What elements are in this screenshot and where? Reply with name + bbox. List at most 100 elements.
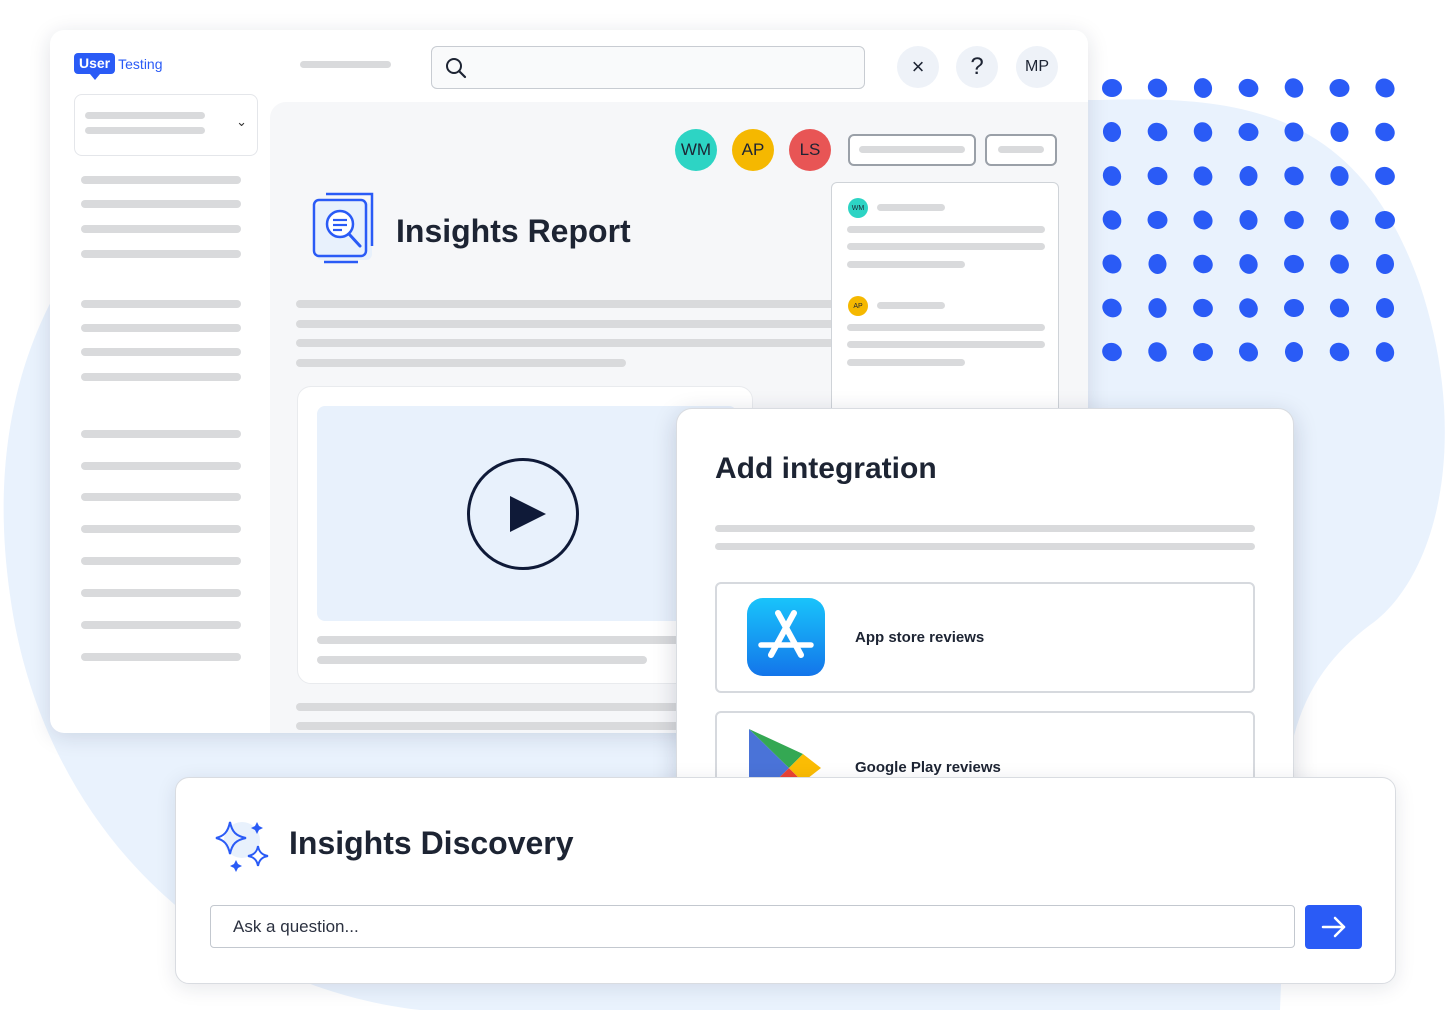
comment-avatar-initials: WM [851, 204, 865, 212]
user-initials: MP [1025, 58, 1049, 75]
insights-report-icon [312, 192, 374, 264]
decorative-dot [1375, 210, 1395, 230]
collaborator-avatar[interactable]: AP [732, 129, 774, 171]
text-placeholder [317, 636, 717, 644]
insights-discovery-panel: Insights Discovery [175, 777, 1396, 984]
decorative-dot [1284, 78, 1304, 98]
sidebar-item[interactable] [81, 462, 241, 470]
logo-user-text: User [74, 53, 116, 80]
comment-avatar: AP [848, 296, 868, 316]
text-placeholder [715, 543, 1255, 550]
sidebar-item[interactable] [81, 200, 241, 208]
text-placeholder [296, 320, 836, 328]
play-icon [510, 496, 546, 532]
decorative-dot [1375, 342, 1395, 362]
sidebar-item[interactable] [81, 557, 241, 565]
ask-question-input[interactable] [210, 905, 1295, 948]
sidebar-item[interactable] [81, 348, 241, 356]
decorative-dot [1193, 166, 1213, 186]
workspace-dropdown[interactable]: ⌄ [74, 94, 258, 156]
search-input[interactable] [431, 46, 865, 89]
app-store-icon [747, 598, 825, 676]
decorative-dot [1239, 254, 1258, 274]
decorative-dot [1329, 298, 1350, 318]
sidebar-item[interactable] [81, 653, 241, 661]
avatar-initials: AP [741, 140, 765, 159]
discovery-title: Insights Discovery [289, 825, 574, 861]
avatar-initials: WM [680, 140, 712, 159]
sidebar-item[interactable] [81, 493, 241, 501]
action-button[interactable] [985, 134, 1057, 166]
collaborator-avatar[interactable]: LS [789, 129, 831, 171]
sidebar-item[interactable] [81, 589, 241, 597]
decorative-dot [1330, 254, 1349, 274]
decorative-dot [1329, 78, 1350, 98]
decorative-dot [1375, 166, 1395, 186]
play-button[interactable] [467, 458, 579, 570]
comment-avatar-initials: AP [853, 302, 863, 310]
decorative-dot [1330, 166, 1349, 186]
sidebar-item[interactable] [81, 430, 241, 438]
sidebar-item[interactable] [81, 225, 241, 233]
decorative-dot [1375, 298, 1395, 318]
text-placeholder [296, 359, 626, 367]
decorative-dot [1284, 210, 1304, 230]
sidebar-item[interactable] [81, 525, 241, 533]
help-button[interactable]: ? [956, 46, 998, 88]
decorative-dot [1284, 254, 1304, 274]
decorative-dot [1239, 210, 1258, 230]
sparkle-icon [215, 821, 269, 872]
decorative-dot [1193, 210, 1213, 230]
sidebar-item[interactable] [81, 373, 241, 381]
decorative-dot [1284, 166, 1304, 186]
decorative-dot-grid [1102, 78, 1395, 362]
comment-text-placeholder [847, 341, 1045, 348]
decorative-dot [1238, 122, 1259, 142]
sidebar-item[interactable] [81, 250, 241, 258]
decorative-dot [1239, 298, 1258, 318]
decorative-dot [1193, 298, 1213, 318]
chevron-down-icon: ⌄ [236, 114, 247, 129]
decorative-dot [1375, 254, 1395, 274]
decorative-dot [1239, 166, 1258, 186]
decorative-dot [1102, 298, 1122, 318]
sidebar-item[interactable] [81, 300, 241, 308]
usertesting-logo: User Testing [74, 53, 163, 80]
arrow-right-icon [1321, 916, 1345, 938]
decorative-dot [1102, 342, 1122, 362]
text-placeholder [296, 703, 696, 711]
share-button[interactable] [848, 134, 976, 166]
decorative-dot [1147, 122, 1168, 142]
sidebar-item[interactable] [81, 324, 241, 332]
page-title: Insights Report [396, 213, 631, 249]
dropdown-text-placeholder [85, 112, 205, 119]
text-placeholder [715, 525, 1255, 532]
comment-text-placeholder [847, 226, 1045, 233]
text-placeholder [296, 339, 836, 347]
decorative-dot [1147, 210, 1168, 230]
comments-panel: WM AP [831, 182, 1059, 444]
button-text-placeholder [998, 146, 1044, 153]
close-icon: × [911, 54, 925, 79]
decorative-dot [1102, 122, 1122, 142]
decorative-dot [1193, 342, 1213, 362]
submit-question-button[interactable] [1305, 905, 1362, 949]
sidebar-item[interactable] [81, 621, 241, 629]
decorative-dot [1375, 78, 1395, 98]
comment-text-placeholder [847, 261, 965, 268]
decorative-dot [1102, 210, 1122, 230]
decorative-dot [1193, 122, 1213, 142]
text-placeholder [317, 656, 647, 664]
user-avatar-button[interactable]: MP [1016, 46, 1058, 88]
dialog-title: Add integration [715, 452, 937, 485]
video-player[interactable] [317, 406, 737, 621]
help-icon: ? [970, 53, 984, 80]
close-button[interactable]: × [897, 46, 939, 88]
integration-option-app-store[interactable]: App store reviews [715, 582, 1255, 693]
decorative-dot [1330, 210, 1349, 230]
decorative-dot [1147, 166, 1168, 186]
collaborator-avatar[interactable]: WM [675, 129, 717, 171]
decorative-dot [1329, 342, 1350, 362]
comment-text-placeholder [847, 324, 1045, 331]
sidebar-item[interactable] [81, 176, 241, 184]
